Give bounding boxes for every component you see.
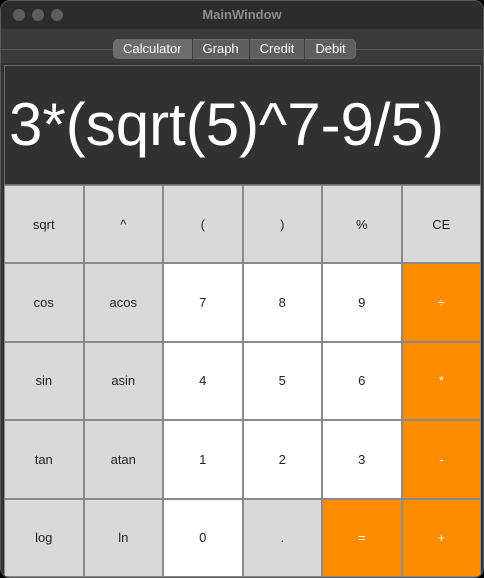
tab-group: Calculator Graph Credit Debit <box>113 39 356 59</box>
key-equals[interactable]: = <box>323 499 401 576</box>
key-tan[interactable]: tan <box>5 421 83 498</box>
key-cos[interactable]: cos <box>5 264 83 341</box>
title-bar[interactable]: MainWindow <box>1 1 483 29</box>
key-digit-2[interactable]: 2 <box>243 421 321 498</box>
tab-debit[interactable]: Debit <box>305 39 355 59</box>
key-digit-8[interactable]: 8 <box>243 264 321 341</box>
key-digit-6[interactable]: 6 <box>323 342 401 420</box>
key-add[interactable]: + <box>402 499 480 576</box>
key-acos[interactable]: acos <box>84 264 162 341</box>
key-atan[interactable]: atan <box>84 421 162 498</box>
key-digit-0[interactable]: 0 <box>164 499 242 576</box>
expression-display: 3*(sqrt(5)^7-9/5) <box>4 65 481 185</box>
key-sqrt[interactable]: sqrt <box>5 186 83 263</box>
key-divide[interactable]: ÷ <box>402 264 480 341</box>
calculator-window: MainWindow Calculator Graph Credit Debit… <box>0 0 484 578</box>
tab-graph[interactable]: Graph <box>193 39 250 59</box>
key-decimal-point[interactable]: . <box>243 499 321 576</box>
window-title: MainWindow <box>202 7 282 22</box>
key-asin[interactable]: asin <box>84 342 162 420</box>
key-power[interactable]: ^ <box>84 186 162 263</box>
key-close-paren[interactable]: ) <box>243 186 321 263</box>
key-digit-5[interactable]: 5 <box>243 342 321 420</box>
keypad: sqrt ^ ( ) % CE cos acos 7 8 9 ÷ sin asi… <box>4 185 481 577</box>
key-open-paren[interactable]: ( <box>164 186 242 263</box>
key-ln[interactable]: ln <box>84 499 162 576</box>
key-sin[interactable]: sin <box>5 342 83 420</box>
tab-calculator[interactable]: Calculator <box>113 39 193 59</box>
key-digit-9[interactable]: 9 <box>323 264 401 341</box>
key-digit-7[interactable]: 7 <box>164 264 242 341</box>
key-digit-3[interactable]: 3 <box>323 421 401 498</box>
key-subtract[interactable]: - <box>402 421 480 498</box>
key-percent[interactable]: % <box>323 186 401 263</box>
key-clear-entry[interactable]: CE <box>402 186 480 263</box>
key-multiply[interactable]: * <box>402 342 480 420</box>
key-log[interactable]: log <box>5 499 83 576</box>
key-digit-1[interactable]: 1 <box>164 421 242 498</box>
tab-credit[interactable]: Credit <box>250 39 306 59</box>
key-digit-4[interactable]: 4 <box>164 342 242 420</box>
expression-text: 3*(sqrt(5)^7-9/5) <box>9 91 444 158</box>
